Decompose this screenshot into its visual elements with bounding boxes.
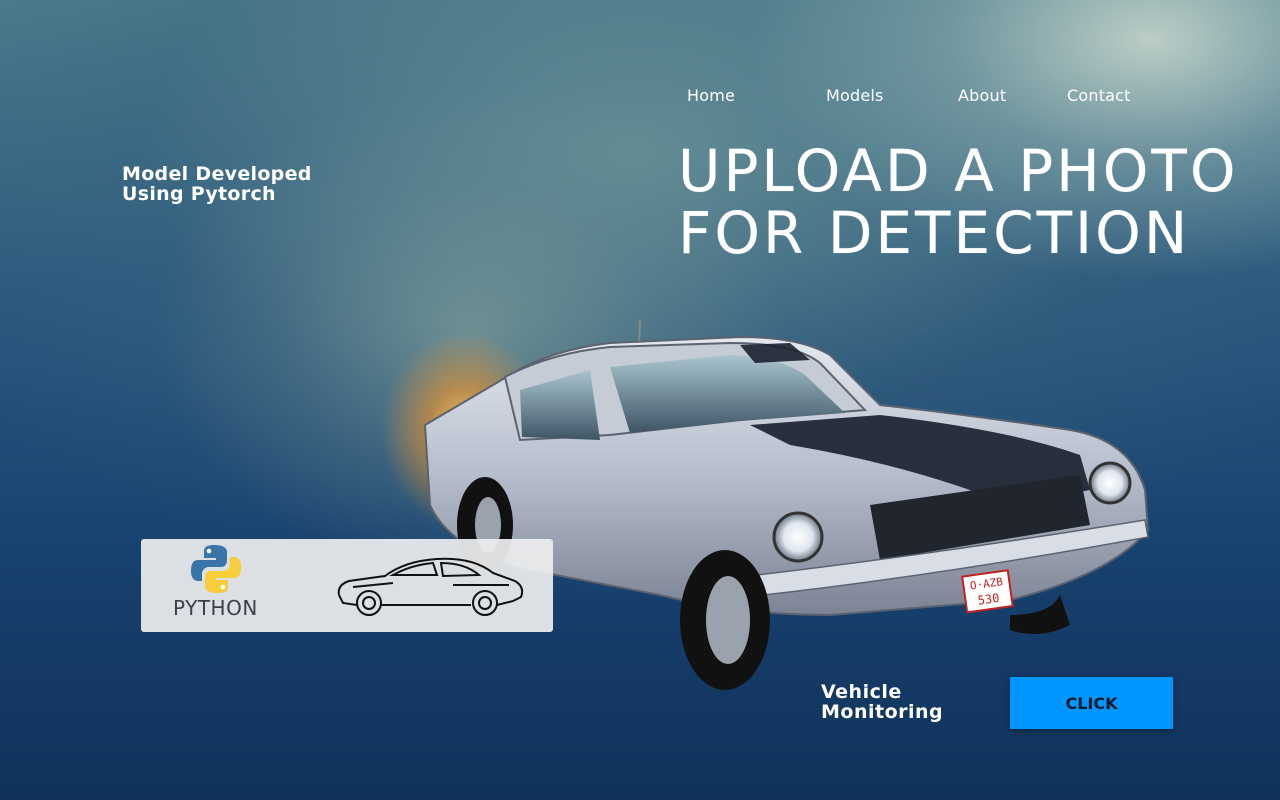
click-button[interactable]: CLICK [1010, 677, 1173, 729]
tech-badge-card: PYTHON [141, 539, 553, 632]
tagline-line-2: Using Pytorch [122, 183, 276, 205]
nav-contact-link[interactable]: Contact [1067, 86, 1131, 105]
car-sketch-icon [337, 557, 524, 616]
tagline-line-1: Model Developed [122, 163, 312, 185]
python-logo-icon [191, 545, 241, 593]
nav-about-link[interactable]: About [958, 86, 1006, 105]
headline-line-2: FOR DETECTION [678, 199, 1191, 267]
hero-headline: UPLOAD A PHOTO FOR DETECTION [678, 140, 1239, 264]
vm-line-1: Vehicle [821, 681, 902, 703]
vm-line-2: Monitoring [821, 701, 944, 723]
python-label: PYTHON [173, 596, 258, 620]
nav-models-link[interactable]: Models [826, 86, 884, 105]
plate-line-2: 530 [977, 591, 1000, 608]
hero-tagline: Model Developed Using Pytorch [122, 164, 312, 204]
vehicle-monitoring-label: Vehicle Monitoring [821, 682, 943, 722]
nav-home-link[interactable]: Home [687, 86, 735, 105]
car-photo: O·AZB 530 [423, 319, 1150, 690]
headline-line-1: UPLOAD A PHOTO [678, 137, 1239, 205]
